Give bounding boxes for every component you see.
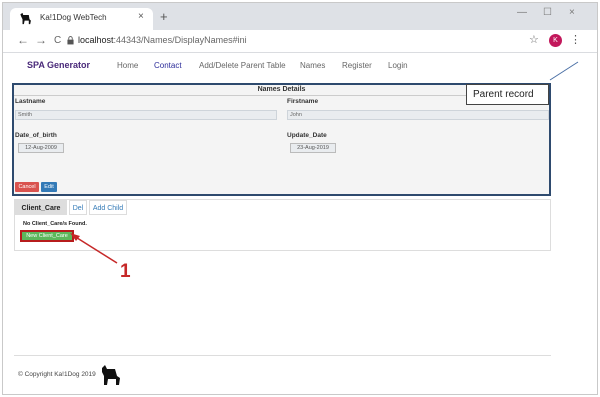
nav-register[interactable]: Register [342,61,372,70]
nav-home[interactable]: Home [117,61,138,70]
browser-tab[interactable]: Ka!1Dog WebTech × [10,8,153,30]
brand-link[interactable]: SPA Generator [27,60,90,70]
nav-contact[interactable]: Contact [154,61,182,70]
dog-icon [102,365,120,385]
lastname-field[interactable]: Smith [15,110,277,120]
nav-names[interactable]: Names [300,61,325,70]
new-client-care-button[interactable]: New Client_Care [20,230,74,242]
date-of-birth-label: Date_of_birth [15,132,57,139]
window-close-icon[interactable]: × [569,7,575,18]
firstname-field[interactable]: John [287,110,549,120]
menu-icon[interactable]: ⋮ [570,33,581,46]
url-field[interactable]: localhost:44343/Names/DisplayNames#ini [78,35,247,45]
maximize-icon[interactable]: ☐ [543,7,552,18]
tab-add-child[interactable]: Add Child [89,200,127,215]
copyright-text: © Copyright Ka!1Dog 2019 [18,371,96,378]
forward-icon[interactable]: → [35,33,47,47]
title-bar: Ka!1Dog WebTech × + — ☐ × [3,3,597,30]
footer-divider [14,355,551,356]
firstname-label: Firstname [287,98,319,105]
nav-add-delete-parent-table[interactable]: Add/Delete Parent Table [199,61,286,70]
dog-icon [20,12,31,25]
url-path: :44343/Names/DisplayNames#ini [113,35,247,45]
update-date-label: Update_Date [287,132,327,139]
app-navbar: SPA Generator Home Contact Add/Delete Pa… [3,55,597,79]
annotation-number: 1 [120,261,131,282]
lastname-label: Lastname [15,98,46,105]
cancel-button[interactable]: Cancel [15,182,39,192]
child-section: Client_Care Del Add Child No Client_Care… [14,199,551,251]
back-icon[interactable]: ← [17,33,29,47]
tab-title: Ka!1Dog WebTech [40,13,107,22]
new-tab-icon[interactable]: + [160,9,168,24]
tab-del[interactable]: Del [69,200,87,215]
lock-icon [67,36,74,45]
bookmark-star-icon[interactable]: ☆ [529,33,539,46]
reload-icon[interactable]: C [54,35,61,46]
minimize-icon[interactable]: — [517,7,527,18]
edit-button[interactable]: Edit [41,182,57,192]
url-host: localhost [78,35,114,45]
tab-client-care[interactable]: Client_Care [15,200,67,215]
nav-login[interactable]: Login [388,61,408,70]
parent-record-callout: Parent record [466,84,549,105]
browser-window: Ka!1Dog WebTech × + — ☐ × ← → C localhos… [2,2,598,395]
profile-avatar[interactable]: K [549,34,562,47]
update-date-field[interactable]: 23-Aug-2019 [290,143,336,153]
date-of-birth-field[interactable]: 12-Aug-2009 [18,143,64,153]
address-bar: ← → C localhost:44343/Names/DisplayNames… [3,30,597,53]
close-tab-icon[interactable]: × [138,11,144,22]
empty-message: No Client_Care/s Found. [23,221,87,227]
